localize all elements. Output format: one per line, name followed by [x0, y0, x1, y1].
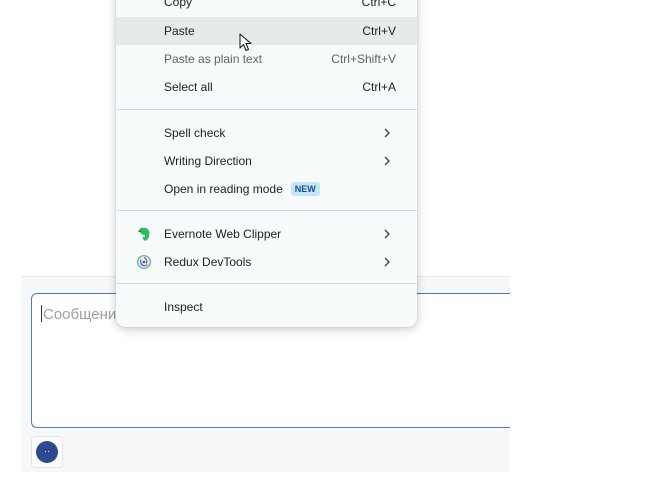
- menu-item-select-all[interactable]: Select all Ctrl+A: [116, 73, 417, 101]
- menu-separator: [116, 210, 417, 211]
- menu-item-paste-plain-text-label: Paste as plain text: [164, 52, 263, 66]
- menu-item-paste-plain-text[interactable]: Paste as plain text Ctrl+Shift+V: [116, 45, 417, 73]
- new-badge: NEW: [290, 182, 320, 196]
- chevron-right-icon: [384, 156, 390, 166]
- menu-item-select-all-label: Select all: [164, 80, 213, 94]
- message-input-placeholder: Сообщени: [43, 306, 117, 323]
- menu-item-writing-direction-label: Writing Direction: [164, 154, 252, 168]
- menu-item-copy-label: Copy: [164, 0, 193, 9]
- menu-item-copy[interactable]: Copy Ctrl+C: [116, 0, 417, 16]
- menu-item-inspect[interactable]: Inspect: [116, 293, 417, 321]
- menu-separator: [116, 109, 417, 110]
- menu-item-evernote-label: Evernote Web Clipper: [164, 227, 282, 241]
- text-caret: [41, 305, 42, 322]
- menu-item-spell-check-label: Spell check: [164, 126, 226, 140]
- emoji-button[interactable]: ··: [31, 436, 63, 468]
- menu-item-spell-check[interactable]: Spell check: [116, 119, 417, 147]
- menu-item-paste-label: Paste: [164, 24, 195, 38]
- chevron-right-icon: [384, 128, 390, 138]
- emoji-icon: ··: [36, 441, 58, 463]
- menu-item-paste[interactable]: Paste Ctrl+V: [116, 17, 417, 45]
- menu-item-redux-label: Redux DevTools: [164, 255, 252, 269]
- menu-item-copy-shortcut: Ctrl+C: [361, 0, 396, 9]
- menu-separator: [116, 283, 417, 284]
- redux-devtools-icon: [136, 254, 152, 270]
- chevron-right-icon: [384, 257, 390, 267]
- chevron-right-icon: [384, 229, 390, 239]
- menu-item-redux-devtools[interactable]: Redux DevTools: [116, 248, 417, 276]
- menu-item-select-all-shortcut: Ctrl+A: [362, 80, 396, 94]
- menu-item-inspect-label: Inspect: [164, 300, 203, 314]
- menu-item-reading-mode[interactable]: Open in reading mode NEW: [116, 175, 417, 203]
- menu-item-writing-direction[interactable]: Writing Direction: [116, 147, 417, 175]
- context-menu: Copy Ctrl+C Paste Ctrl+V Paste as plain …: [116, 0, 417, 327]
- menu-item-reading-mode-label: Open in reading mode NEW: [164, 175, 320, 203]
- reading-mode-text: Open in reading mode: [164, 182, 283, 196]
- menu-item-paste-plain-text-shortcut: Ctrl+Shift+V: [331, 52, 396, 66]
- menu-item-paste-shortcut: Ctrl+V: [362, 24, 396, 38]
- evernote-elephant-icon: [138, 227, 150, 241]
- menu-item-evernote-web-clipper[interactable]: Evernote Web Clipper: [116, 220, 417, 248]
